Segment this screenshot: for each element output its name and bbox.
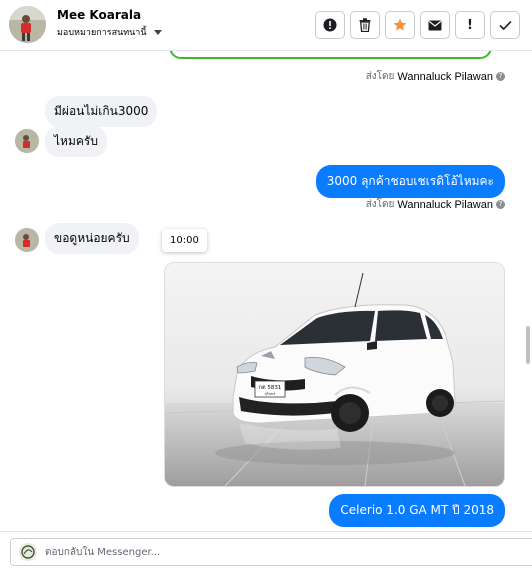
sent-by-prefix: ส่งโดย bbox=[365, 199, 395, 210]
spam-button[interactable]: ! bbox=[455, 11, 485, 39]
sent-by-caption: ส่งโดย Wannaluck Pilawan ? bbox=[366, 197, 505, 212]
incoming-message[interactable]: ขอดูหน่อยครับ bbox=[45, 223, 139, 254]
page-avatar-icon bbox=[19, 543, 37, 561]
incoming-message[interactable]: ไหมครับ bbox=[45, 126, 107, 157]
star-icon bbox=[393, 18, 407, 31]
conversation-header: Mee Koarala มอบหมายการสนทนานี้ ! bbox=[0, 0, 532, 51]
delete-button[interactable] bbox=[350, 11, 380, 39]
sent-by-prefix: ส่งโดย bbox=[365, 71, 395, 82]
chevron-down-icon bbox=[153, 29, 162, 35]
sent-by-caption: ส่งโดย Wannaluck Pilawan ? bbox=[366, 69, 505, 84]
reply-input[interactable]: ตอบกลับใน Messenger... bbox=[10, 538, 532, 566]
reply-footer: ตอบกลับใน Messenger... bbox=[0, 531, 532, 570]
check-icon bbox=[498, 20, 512, 30]
reply-placeholder: ตอบกลับใน Messenger... bbox=[45, 546, 161, 558]
assign-label: มอบหมายการสนทนานี้ bbox=[57, 28, 147, 38]
agent-name: Wannaluck Pilawan bbox=[397, 198, 493, 211]
info-icon[interactable]: ? bbox=[496, 72, 505, 81]
thread-scrollbar[interactable] bbox=[526, 326, 530, 364]
star-button[interactable] bbox=[385, 11, 415, 39]
header-actions: ! bbox=[315, 11, 520, 39]
info-icon[interactable]: ? bbox=[496, 200, 505, 209]
contact-name[interactable]: Mee Koarala bbox=[57, 8, 141, 22]
contact-avatar[interactable] bbox=[9, 6, 46, 43]
assign-conversation-dropdown[interactable]: มอบหมายการสนทนานี้ bbox=[57, 25, 162, 39]
trash-icon bbox=[359, 18, 371, 32]
car-photo-attachment[interactable]: กต 5831 สุรินทร์ bbox=[164, 262, 505, 487]
mark-unread-button[interactable] bbox=[420, 11, 450, 39]
message-thread[interactable]: ส่งโดย Wannaluck Pilawan ? มีผ่อนไม่เกิน… bbox=[0, 51, 532, 531]
plate-number: กต 5831 bbox=[259, 385, 282, 391]
report-button[interactable] bbox=[315, 11, 345, 39]
timestamp-tooltip: 10:00 bbox=[162, 229, 207, 252]
sender-avatar[interactable] bbox=[15, 129, 39, 153]
exclamation-icon: ! bbox=[467, 17, 473, 33]
outgoing-message[interactable]: 3000 ลุกค้าชอบเชเรดิโอ้ไหมคะ bbox=[315, 165, 505, 198]
sender-avatar[interactable] bbox=[15, 228, 39, 252]
alert-circle-icon bbox=[323, 18, 337, 32]
mark-done-button[interactable] bbox=[490, 11, 520, 39]
incoming-message[interactable]: มีผ่อนไม่เกิน3000 bbox=[45, 96, 158, 127]
envelope-icon bbox=[428, 20, 442, 30]
agent-name: Wannaluck Pilawan bbox=[397, 70, 493, 83]
outgoing-message[interactable]: Celerio 1.0 GA MT ปี 2018 bbox=[329, 494, 505, 527]
previous-message-outline bbox=[169, 51, 492, 59]
